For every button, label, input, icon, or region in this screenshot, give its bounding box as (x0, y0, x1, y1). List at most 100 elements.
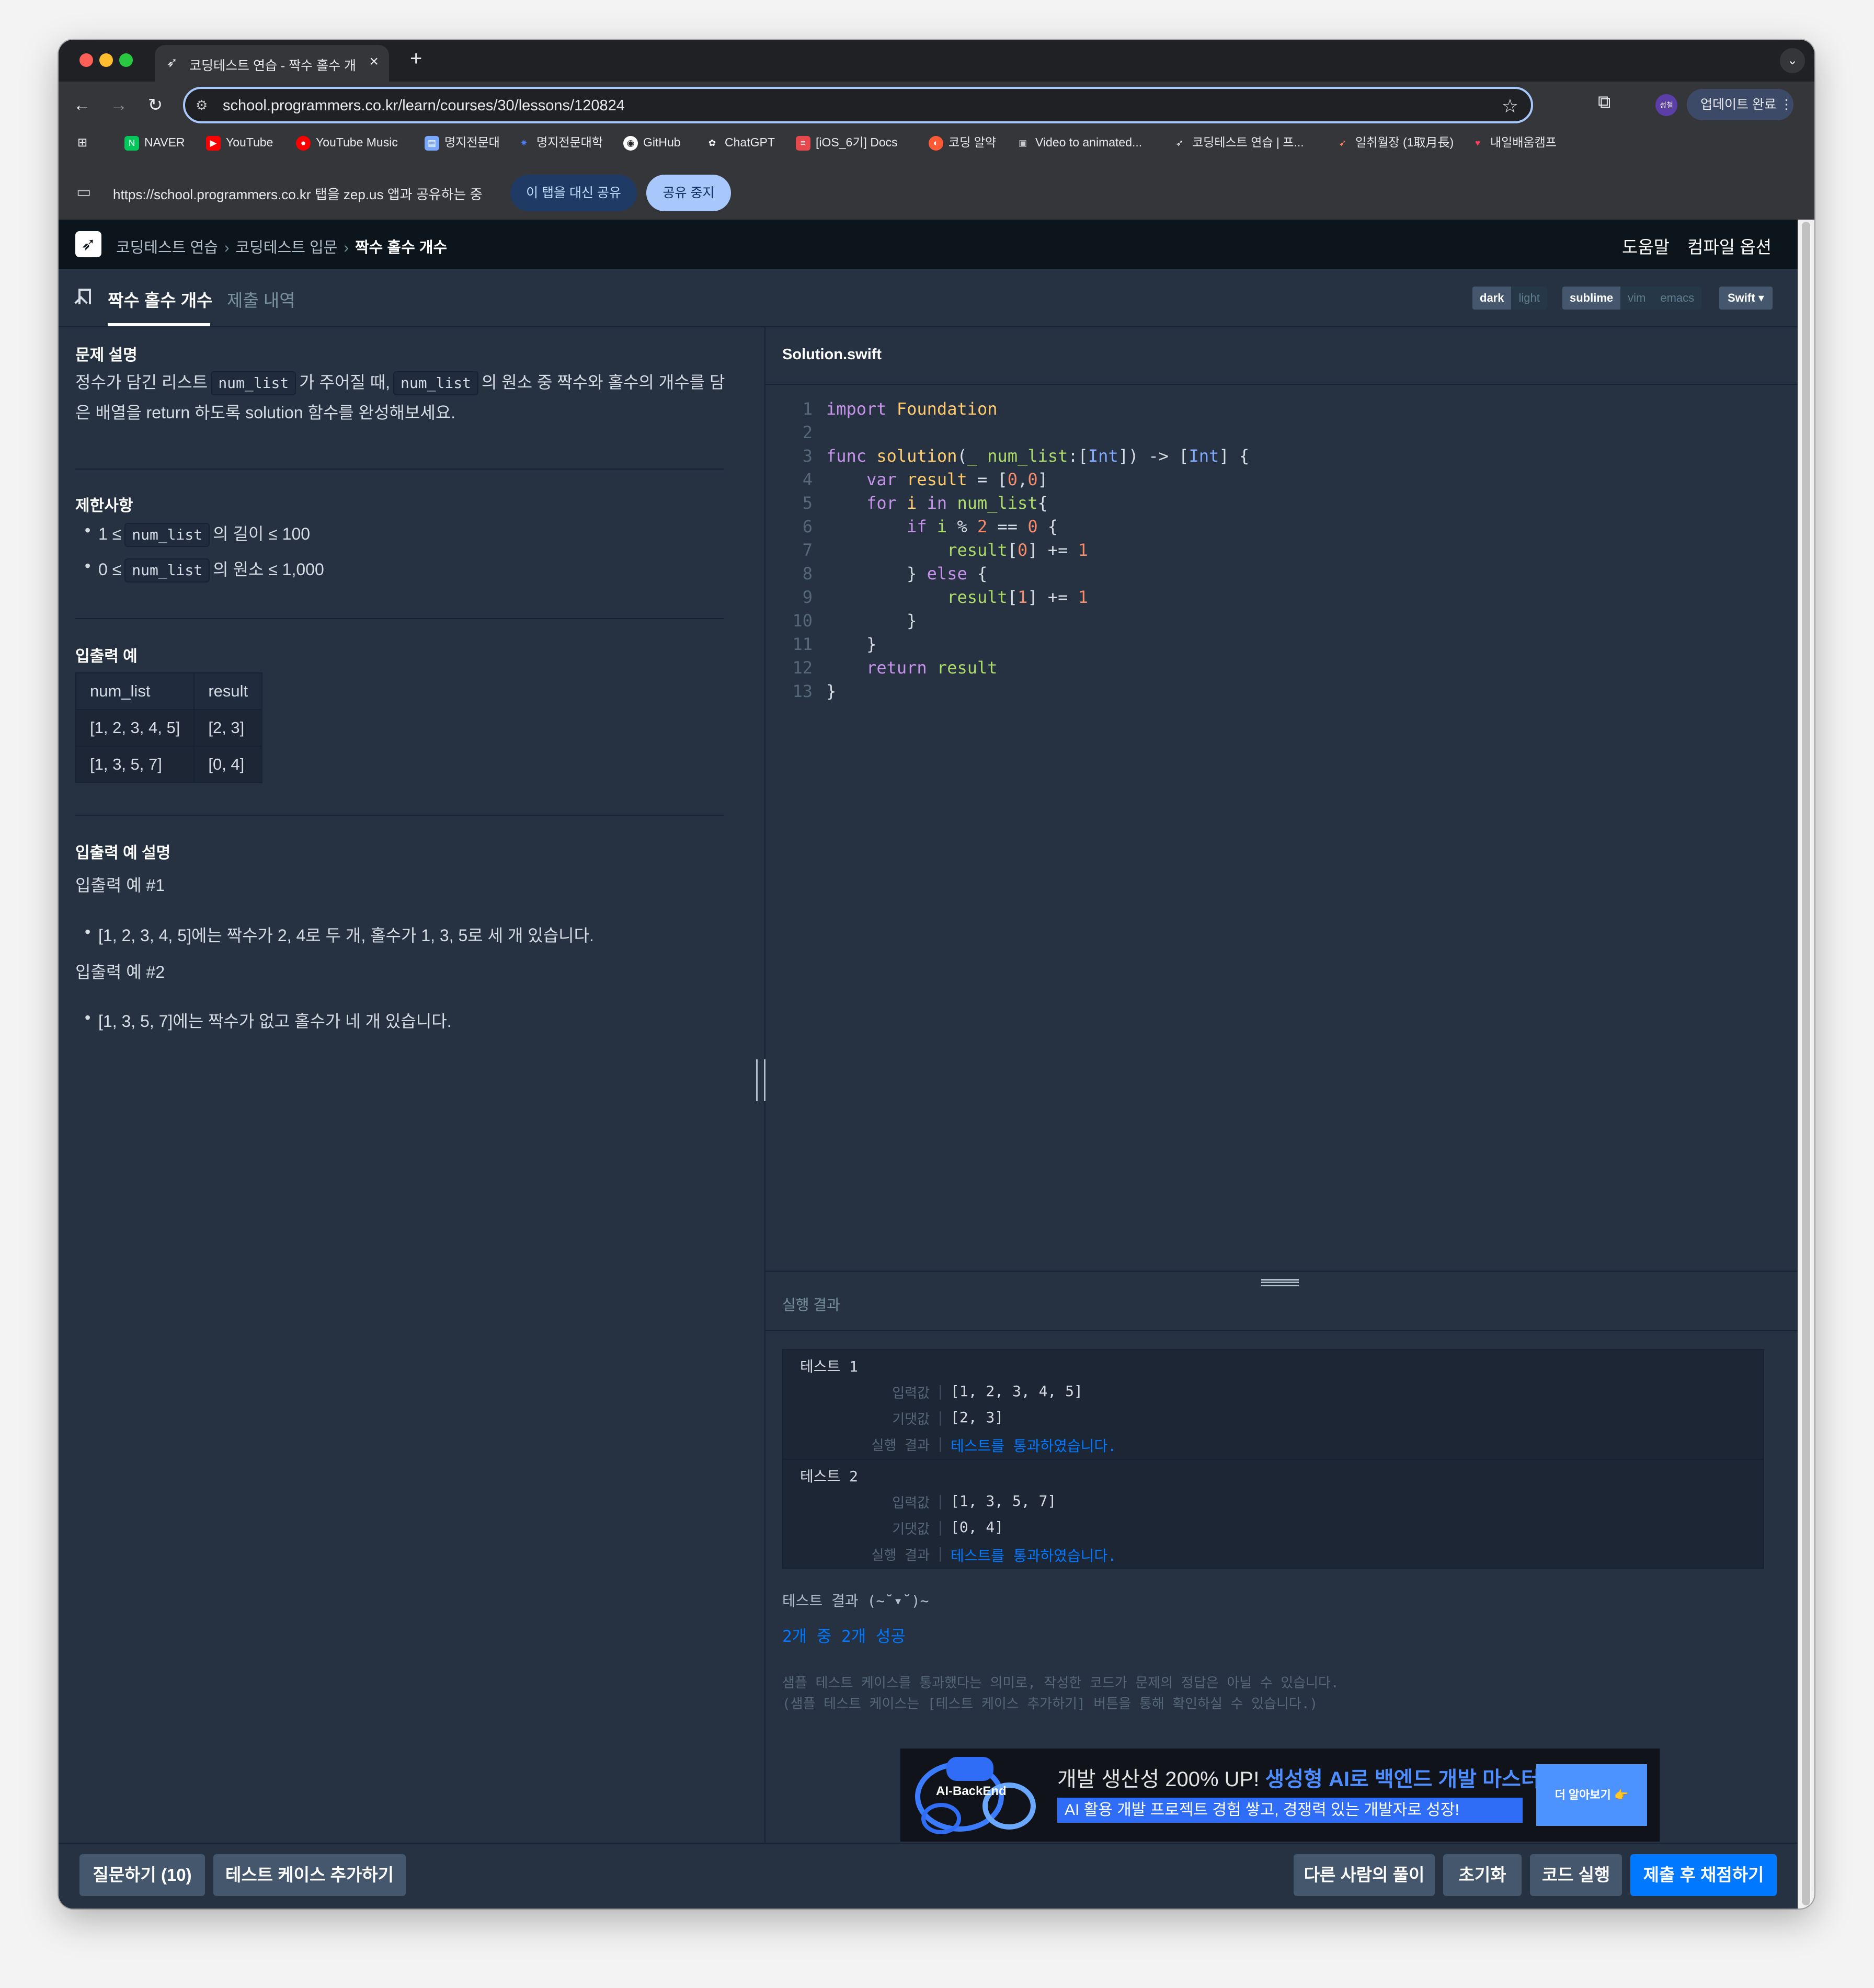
breadcrumb-current: 짝수 홀수 개수 (355, 239, 448, 256)
browser-toolbar: ← → ↻ ⚙ school.programmers.co.kr/learn/c… (59, 82, 1814, 165)
example-2-text: [1, 3, 5, 7]에는 짝수가 없고 홀수가 네 개 있습니다. (85, 1008, 452, 1032)
pane-resize-handle[interactable] (756, 1059, 765, 1101)
resize-grip-icon[interactable] (1261, 1279, 1299, 1286)
code-num-list: num_list (211, 371, 296, 395)
close-window-button[interactable] (79, 53, 93, 67)
theme-dark-option[interactable]: dark (1472, 287, 1512, 310)
language-select[interactable]: Swift ▾ (1719, 287, 1773, 310)
bookmark-item[interactable]: ➹ 일취월장 (1取月長) (1335, 134, 1454, 151)
document-icon: ▤ (425, 135, 439, 151)
ask-question-button[interactable]: 질문하기 (10) (79, 1854, 205, 1896)
test-summary-count: 2개 중 2개 성공 (782, 1627, 906, 1646)
browser-tab[interactable]: ➶ 코딩테스트 연습 - 짝수 홀수 개수 | 프로그래머스 스쿨 × (155, 45, 389, 82)
youtube-music-icon: ● (296, 135, 311, 151)
io-explain-heading: 입출력 예 설명 (75, 844, 171, 862)
rocket-icon: ➹ (1339, 138, 1347, 148)
code-line: 6 if i % 2 == 0 { (802, 517, 1058, 536)
scrollbar-thumb[interactable] (1802, 222, 1810, 1905)
problem-panel: 문제 설명 정수가 담긴 리스트 num_list 가 주어질 때, num_list… (59, 327, 765, 1843)
chevron-down-icon[interactable]: ⌄ (1780, 48, 1805, 73)
bookmark-item[interactable]: ✿ ChatGPT (705, 134, 775, 151)
theme-light-option[interactable]: light (1511, 287, 1547, 310)
new-tab-icon[interactable]: + (410, 48, 422, 69)
add-test-case-button[interactable]: 테스트 케이스 추가하기 (213, 1854, 406, 1896)
share-this-tab-button[interactable]: 이 탭을 대신 공유 (510, 175, 637, 211)
learn-more-button[interactable]: 더 알아보기 👉 (1536, 1764, 1647, 1826)
programmers-logo[interactable]: ➶ (75, 231, 101, 257)
description-line-2: 은 배열을 return 하도록 solution 함수를 완성해보세요. (75, 403, 456, 422)
close-tab-icon[interactable]: × (369, 52, 379, 71)
bookmark-item[interactable]: ▤ 명지전문대 (425, 134, 500, 151)
code-line: 11 } (792, 634, 877, 654)
reset-button[interactable]: 초기화 (1443, 1854, 1522, 1896)
extensions-icon[interactable]: ⧉ (1598, 92, 1610, 112)
result-heading: 실행 결과 (782, 1297, 840, 1313)
programmers-icon: ➶ (1175, 138, 1184, 148)
video-icon: ▣ (1018, 138, 1027, 148)
keymap-sublime-option[interactable]: sublime (1562, 287, 1621, 310)
browser-window: ➶ 코딩테스트 연습 - 짝수 홀수 개수 | 프로그래머스 스쿨 × + ⌄ … (59, 40, 1814, 1909)
ad-banner[interactable]: AI-BackEnd 개발 생산성 200% UP! 생성형 AI로 백엔드 개… (900, 1749, 1660, 1842)
banner-art-text: AI-BackEnd (936, 1784, 1007, 1798)
code-line: 4 var result = [0,0] (802, 470, 1048, 489)
other-solutions-button[interactable]: 다른 사람의 풀이 (1294, 1854, 1435, 1896)
submit-button[interactable]: 제출 후 채점하기 (1630, 1854, 1777, 1896)
run-code-button[interactable]: 코드 실행 (1530, 1854, 1622, 1896)
bookmark-star-icon[interactable]: ☆ (1502, 95, 1518, 117)
back-icon[interactable]: ← (69, 92, 95, 118)
avatar[interactable]: 성철 (1655, 94, 1677, 116)
bookmark-icon[interactable] (78, 289, 91, 304)
heart-icon: ♥ (1475, 138, 1481, 148)
divider (75, 469, 724, 470)
bookmark-item[interactable]: ▶ YouTube (206, 134, 273, 151)
bookmark-item[interactable]: ◉ GitHub (623, 134, 681, 151)
bookmark-item[interactable]: ≡ [iOS_6기] Docs (796, 134, 898, 151)
tab-submissions[interactable]: 제출 내역 (227, 287, 295, 312)
bookmark-label: YouTube (226, 135, 273, 149)
code-editor[interactable]: 1 import Foundation 2 3 func solution(_ nu… (765, 397, 1798, 703)
bookmark-item[interactable]: ◐ 코딩 알약 (929, 134, 996, 151)
code-line: 13} (792, 681, 837, 701)
zoom-window-button[interactable] (119, 53, 133, 67)
site-settings-icon[interactable]: ⚙ (196, 97, 208, 113)
update-button[interactable]: 업데이트 완료 ⋮ (1687, 89, 1793, 120)
bookmark-item[interactable]: ♥ 내일배움캠프 (1470, 134, 1557, 151)
help-link[interactable]: 도움말 (1622, 237, 1670, 257)
stop-sharing-button[interactable]: 공유 중지 (646, 175, 731, 211)
keymap-vim-option[interactable]: vim (1620, 287, 1653, 310)
bookmark-label: ChatGPT (725, 135, 775, 149)
keymap-emacs-option[interactable]: emacs (1653, 287, 1702, 310)
breadcrumb-item[interactable]: 코딩테스트 연습 (116, 239, 218, 256)
apps-grid-icon[interactable]: ⊞ (77, 134, 87, 151)
bookmark-item[interactable]: ➶ 코딩테스트 연습 | 프... (1172, 134, 1304, 151)
example-1-title: 입출력 예 #1 (75, 876, 165, 895)
banner-subline: AI 활용 개발 프로젝트 경험 쌓고, 경쟁력 있는 개발자로 성장! (1057, 1798, 1523, 1823)
cast-icon: ▭ (76, 184, 92, 201)
bookmark-item[interactable]: ▣ Video to animated... (1015, 134, 1142, 151)
page: ➶ 코딩테스트 연습 › 코딩테스트 입문 › 짝수 홀수 개수 도움말 컴파일 옵션 짝… (59, 220, 1798, 1909)
divider (765, 1330, 1798, 1331)
keymap-toggle: sublime vim emacs (1562, 287, 1702, 310)
test-case-name: 테스트 2 (800, 1468, 858, 1485)
code-line: 2 (802, 422, 813, 442)
bookmark-item[interactable]: ● YouTube Music (296, 134, 398, 151)
minimize-window-button[interactable] (99, 53, 113, 67)
page-scrollbar[interactable] (1798, 220, 1814, 1909)
forward-icon[interactable]: → (106, 92, 132, 118)
reload-icon[interactable]: ↻ (142, 92, 168, 118)
bookmark-label: 명지전문대 (444, 135, 500, 149)
sparkle-icon: ✷ (520, 138, 528, 148)
github-icon: ◉ (623, 135, 638, 151)
share-message: https://school.programmers.co.kr 탭을 zep.… (113, 187, 483, 202)
result-note: (샘플 테스트 케이스는 [테스트 케이스 추가하기] 버튼을 통해 확인하실 … (782, 1696, 1318, 1712)
divider (75, 618, 724, 619)
bookmark-item[interactable]: N NAVER (124, 134, 185, 151)
address-bar[interactable]: ⚙ school.programmers.co.kr/learn/courses… (183, 87, 1533, 123)
constraint-item: 0 ≤num_list의 원소 ≤ 1,000 (85, 556, 324, 582)
tab-problem[interactable]: 짝수 홀수 개수 (108, 287, 213, 312)
compile-options-link[interactable]: 컴파일 옵션 (1687, 237, 1772, 257)
breadcrumb-item[interactable]: 코딩테스트 입문 (236, 239, 338, 256)
code-line: 7 result[0] += 1 (802, 540, 1088, 560)
bookmark-item[interactable]: ✷ 명지전문대학 (517, 134, 603, 151)
bookmark-label: YouTube Music (316, 135, 398, 149)
